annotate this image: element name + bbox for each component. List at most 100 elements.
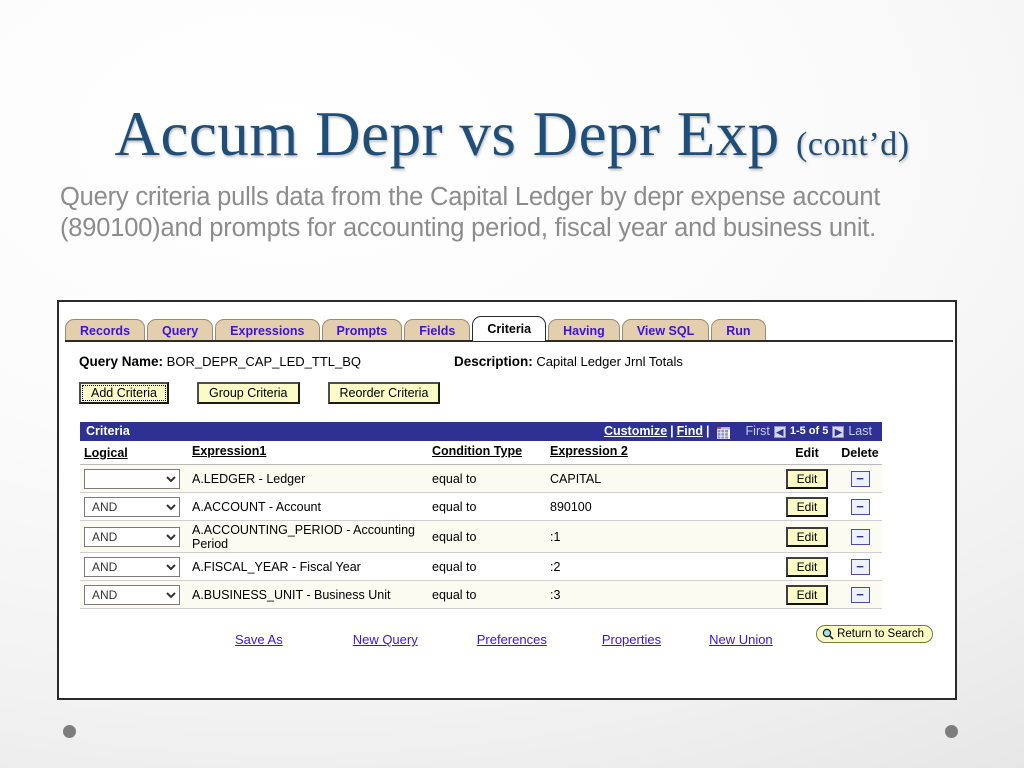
tab-query[interactable]: Query: [147, 319, 214, 341]
return-to-search-button[interactable]: Return to Search: [816, 625, 933, 643]
row-expression2: :3: [550, 587, 561, 602]
delete-row-icon[interactable]: −: [850, 586, 870, 603]
column-header-edit: Edit: [795, 446, 819, 460]
logical-operator-select[interactable]: AND: [84, 556, 180, 577]
row-expression1: A.ACCOUNTING_PERIOD - Accounting Period: [192, 522, 415, 551]
column-header-condition-cell: Condition Type: [432, 444, 550, 458]
row-expression2: :2: [550, 559, 561, 574]
row-expression2: CAPITAL: [550, 471, 602, 486]
row-edit-cell: Edit: [776, 556, 838, 577]
row-expression1: A.BUSINESS_UNIT - Business Unit: [192, 587, 391, 602]
column-header-expression1-cell: Expression1: [192, 444, 432, 458]
save-as-link[interactable]: Save As: [235, 632, 283, 647]
query-meta-row: Query Name: BOR_DEPR_CAP_LED_TTL_BQ Desc…: [79, 354, 939, 369]
criteria-column-headers: Logical Expression1 Condition Type Expre…: [80, 441, 882, 465]
edit-button[interactable]: Edit: [785, 526, 829, 547]
application-screenshot-panel: Records Query Expressions Prompts Fields…: [57, 300, 957, 700]
page-title-suffix: (cont’d): [796, 126, 910, 163]
row-expression2: :1: [550, 529, 561, 544]
customize-link[interactable]: Customize: [604, 422, 667, 441]
column-header-delete-cell: Delete: [838, 444, 882, 462]
criteria-grid: Criteria Customize | Find | First ◀ 1-5 …: [80, 422, 882, 609]
row-logical-cell: AND: [80, 584, 192, 605]
criteria-grid-title: Criteria: [86, 424, 130, 438]
tab-having[interactable]: Having: [548, 319, 620, 341]
logical-operator-select[interactable]: AND: [84, 526, 180, 547]
edit-button[interactable]: Edit: [785, 496, 829, 517]
logical-operator-select[interactable]: [84, 468, 180, 489]
tab-bar: Records Query Expressions Prompts Fields…: [65, 315, 955, 341]
row-delete-cell: −: [838, 586, 882, 604]
tab-run[interactable]: Run: [711, 319, 766, 341]
return-to-search-label: Return to Search: [837, 628, 924, 640]
criteria-action-buttons: Add Criteria Group Criteria Reorder Crit…: [79, 382, 468, 404]
row-delete-cell: −: [838, 558, 882, 576]
group-criteria-button[interactable]: Group Criteria: [197, 382, 300, 404]
row-edit-cell: Edit: [776, 496, 838, 517]
add-criteria-button[interactable]: Add Criteria: [79, 382, 169, 404]
row-logical-cell: [80, 468, 192, 489]
nav-range-label: 1-5 of 5: [789, 425, 829, 437]
column-header-expression1[interactable]: Expression1: [192, 444, 266, 458]
row-edit-cell: Edit: [776, 584, 838, 605]
tab-records[interactable]: Records: [65, 319, 146, 341]
table-row: A.LEDGER - Ledger equal to CAPITAL Edit …: [80, 465, 882, 493]
decorative-dot-right: [945, 725, 958, 738]
column-header-delete: Delete: [841, 446, 879, 460]
row-delete-cell: −: [838, 498, 882, 516]
titlebar-separator-1: |: [670, 424, 674, 438]
new-query-link[interactable]: New Query: [353, 632, 418, 647]
page-subtitle: Query criteria pulls data from the Capit…: [60, 183, 881, 242]
logical-operator-select[interactable]: AND: [84, 584, 180, 605]
logical-operator-select[interactable]: AND: [84, 496, 180, 517]
nav-previous-arrow-icon[interactable]: ◀: [773, 425, 786, 438]
row-condition-type: equal to: [432, 529, 477, 544]
tab-view-sql[interactable]: View SQL: [621, 319, 710, 341]
footer-links: Save As New Query Preferences Properties…: [80, 625, 935, 647]
edit-button[interactable]: Edit: [785, 556, 829, 577]
query-name-value: BOR_DEPR_CAP_LED_TTL_BQ: [166, 354, 362, 369]
page-title: Accum Depr vs Depr Exp (cont’d): [0, 98, 1024, 171]
row-edit-cell: Edit: [776, 526, 838, 547]
description-label: Description:: [454, 354, 533, 369]
delete-row-icon[interactable]: −: [850, 470, 870, 487]
row-edit-cell: Edit: [776, 468, 838, 489]
tab-fields[interactable]: Fields: [404, 319, 471, 341]
row-expression1: A.LEDGER - Ledger: [192, 471, 306, 486]
page-title-main: Accum Depr vs Depr Exp: [114, 99, 780, 169]
preferences-link[interactable]: Preferences: [477, 632, 547, 647]
new-union-link[interactable]: New Union: [709, 632, 773, 647]
column-header-logical-cell: Logical: [80, 444, 192, 462]
tab-criteria[interactable]: Criteria: [472, 316, 547, 341]
column-header-condition-type[interactable]: Condition Type: [432, 444, 522, 458]
column-header-expression2[interactable]: Expression 2: [550, 444, 628, 458]
table-row: AND A.BUSINESS_UNIT - Business Unit equa…: [80, 581, 882, 609]
column-header-logical[interactable]: Logical: [84, 446, 128, 460]
delete-row-icon[interactable]: −: [850, 498, 870, 515]
row-condition-type: equal to: [432, 471, 477, 486]
row-delete-cell: −: [838, 528, 882, 546]
nav-next-arrow-icon[interactable]: ▶: [832, 425, 845, 438]
tab-expressions[interactable]: Expressions: [215, 319, 320, 341]
find-link[interactable]: Find: [677, 422, 703, 441]
row-logical-cell: AND: [80, 556, 192, 577]
column-header-edit-cell: Edit: [776, 444, 838, 462]
row-condition-type: equal to: [432, 499, 477, 514]
spreadsheet-icon[interactable]: [716, 426, 730, 439]
delete-row-icon[interactable]: −: [850, 558, 870, 575]
row-logical-cell: AND: [80, 526, 192, 547]
decorative-dot-left: [63, 725, 76, 738]
nav-last-label[interactable]: Last: [844, 422, 876, 441]
delete-row-icon[interactable]: −: [850, 528, 870, 545]
table-row: AND A.FISCAL_YEAR - Fiscal Year equal to…: [80, 553, 882, 581]
row-logical-cell: AND: [80, 496, 192, 517]
table-row: AND A.ACCOUNT - Account equal to 890100 …: [80, 493, 882, 521]
row-expression1: A.FISCAL_YEAR - Fiscal Year: [192, 559, 361, 574]
description-value: Capital Ledger Jrnl Totals: [536, 354, 683, 369]
tab-prompts[interactable]: Prompts: [321, 319, 403, 341]
nav-first-label[interactable]: First: [742, 422, 774, 441]
edit-button[interactable]: Edit: [785, 584, 829, 605]
reorder-criteria-button[interactable]: Reorder Criteria: [327, 382, 441, 404]
properties-link[interactable]: Properties: [602, 632, 661, 647]
edit-button[interactable]: Edit: [785, 468, 829, 489]
